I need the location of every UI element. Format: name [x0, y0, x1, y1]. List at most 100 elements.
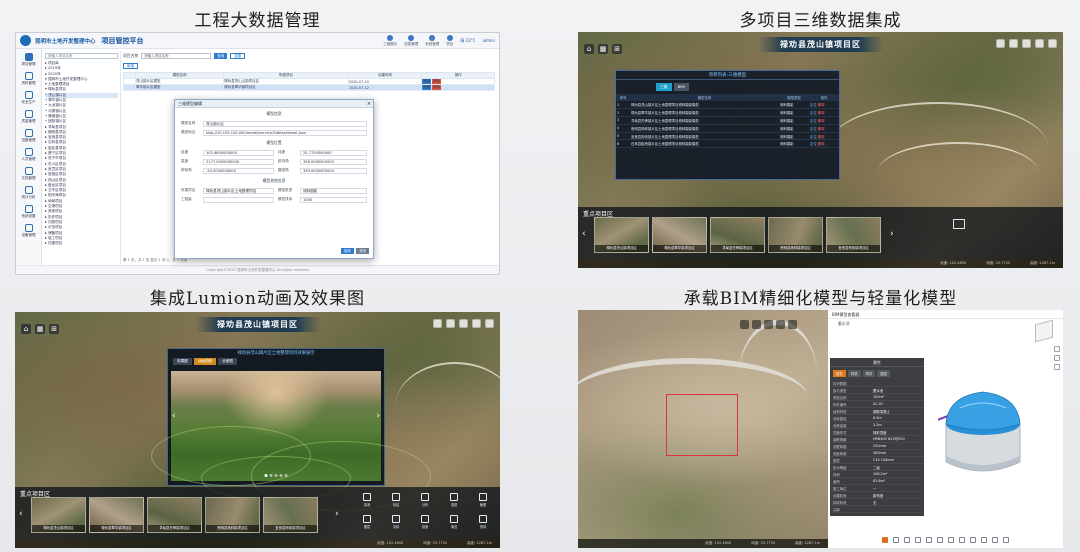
locate-button[interactable]: 定位 [810, 103, 817, 107]
toolbar-icon[interactable] [764, 320, 773, 329]
chevron-right-icon[interactable]: › [335, 509, 339, 519]
model-name-field[interactable]: 茂山镇片区 [203, 120, 367, 127]
quantity-field[interactable] [203, 196, 274, 203]
model-url-field[interactable]: http://10.155.120.000/model/service/3dti… [203, 129, 367, 136]
header-3d-view[interactable]: 三维展示 [383, 34, 397, 47]
zoom-icon[interactable] [1054, 346, 1060, 352]
locate-button[interactable]: 定位 [810, 119, 817, 123]
header-system-manage[interactable]: 系统管理 [425, 34, 439, 47]
sidebar-item-stats[interactable]: 统计分析 [22, 186, 36, 200]
delete-button[interactable]: 删除 [818, 142, 825, 146]
edit-button[interactable]: 编辑 [422, 85, 432, 90]
edit-button[interactable]: 编辑 [422, 79, 432, 84]
table-row[interactable]: 4 嵩明县杨林镇片区土地整理项目倾斜摄影模型 倾斜摄影 定位 删除 [616, 124, 839, 133]
project-name-input[interactable]: 请输入项目名称 [141, 52, 212, 59]
sidebar-item-devices[interactable]: 设备管理 [22, 224, 36, 238]
layers-icon[interactable] [992, 537, 998, 543]
search-button[interactable]: 查询 [214, 52, 228, 59]
tab-3d[interactable]: 三维 [656, 83, 672, 91]
row-checkbox[interactable] [123, 84, 136, 91]
analysis-tool[interactable]: 漫游 [441, 493, 467, 512]
chevron-left-icon[interactable]: ‹ [582, 229, 586, 239]
model-type-select[interactable]: 倾斜摄影 [300, 187, 367, 194]
measure-icon[interactable] [893, 537, 899, 543]
chevron-right-icon[interactable]: › [376, 411, 380, 421]
locate-button[interactable]: 定位 [810, 111, 817, 115]
table-row[interactable]: 3 寻甸县先锋镇片区土地整理项目倾斜摄影模型 倾斜摄影 定位 删除 [616, 116, 839, 125]
toolbar-icon[interactable] [1048, 39, 1057, 48]
delete-button[interactable]: 删除 [818, 103, 825, 107]
toolbar-icon[interactable] [459, 319, 468, 328]
sidebar-item-project[interactable]: 项目管理 [22, 53, 36, 67]
toolbar-icon[interactable] [1022, 39, 1031, 48]
pan-icon[interactable] [1054, 355, 1060, 361]
home-icon[interactable]: ⌂ [584, 44, 594, 54]
water-tank-model[interactable] [938, 384, 1028, 479]
fullscreen-icon[interactable] [981, 537, 987, 543]
rotate-icon[interactable] [1054, 364, 1060, 370]
project-thumbnail[interactable]: 禄劝县翠华镇项目区 [89, 497, 144, 533]
analysis-tool[interactable]: 淹没 [441, 514, 467, 534]
sidebar-item-docs[interactable]: 资料管理 [22, 72, 36, 86]
view-cube-icon[interactable] [1035, 319, 1053, 343]
sort-field[interactable]: 1000 [300, 196, 367, 203]
tab-animation[interactable]: 动画视频 [193, 358, 217, 365]
chevron-right-icon[interactable]: › [890, 229, 894, 239]
layers-icon[interactable]: ▦ [598, 44, 608, 54]
sidebar-item-safety[interactable]: 安全生产 [22, 91, 36, 105]
project-select[interactable]: 禄劝县茂山镇片区土地整理项目 [203, 187, 274, 194]
locate-button[interactable]: 定位 [810, 135, 817, 139]
height-field[interactable]: 2177.0000000000 [203, 158, 274, 165]
longitude-field[interactable]: 102.4650000000 [203, 149, 274, 156]
tab-bim[interactable]: BIM [673, 83, 689, 91]
locate-button[interactable]: 定位 [810, 142, 817, 146]
toolbar-icon[interactable] [485, 319, 494, 328]
toolbar-icon[interactable] [1035, 39, 1044, 48]
sidebar-item-quality[interactable]: 质量管理 [22, 110, 36, 124]
toolbar-icon[interactable] [446, 319, 455, 328]
reset-button[interactable]: 重置 [230, 52, 246, 59]
close-icon[interactable]: × [365, 100, 373, 107]
toolbar-icon[interactable] [996, 39, 1005, 48]
close-button[interactable]: 关闭 [356, 248, 369, 254]
header-project[interactable]: 项目 [446, 34, 453, 47]
grid-icon[interactable]: ⊞ [49, 324, 59, 334]
carousel-dot[interactable] [269, 474, 273, 477]
walk-icon[interactable] [926, 537, 932, 543]
latitude-field[interactable]: 25.7750000000 [300, 149, 367, 156]
toolbar-icon[interactable] [1009, 39, 1018, 48]
table-row[interactable]: 2 禄劝县翠华镇片区土地整理项目倾斜摄影模型 倾斜摄影 定位 删除 [616, 108, 839, 118]
toolbar-icon[interactable] [740, 320, 749, 329]
project-thumbnail[interactable]: 禄劝县茂山镇项目区 [31, 497, 86, 533]
sidebar-item-progress[interactable]: 进度管理 [22, 129, 36, 143]
delete-button[interactable]: 删除 [432, 79, 442, 84]
analysis-tool[interactable]: 标绘 [383, 493, 409, 512]
user-name[interactable]: admin [482, 38, 495, 43]
analysis-tool[interactable]: 分析 [412, 493, 438, 512]
selection-box[interactable] [666, 394, 738, 456]
carousel-dot[interactable] [264, 474, 268, 477]
table-row[interactable]: 1 禄劝县茂山镇片区土地整理项目倾斜摄影模型 倾斜摄影 定位 删除 [616, 101, 839, 110]
home-icon[interactable] [882, 537, 888, 543]
tree-icon[interactable] [948, 537, 954, 543]
sidebar-item-people[interactable]: 人员管理 [22, 148, 36, 162]
folder-icon[interactable] [953, 219, 965, 229]
sidebar-item-settings[interactable]: 系统设置 [22, 205, 36, 219]
project-thumbnail[interactable]: 寻甸县先锋镇项目区 [710, 217, 765, 253]
analysis-tool[interactable]: 剖面 [412, 514, 438, 534]
project-thumbnail[interactable]: 宜良县狗街镇项目区 [826, 217, 881, 253]
tree-search-input[interactable]: 请输入项目名称 [45, 53, 118, 59]
chevron-left-icon[interactable]: ‹ [19, 509, 23, 519]
analysis-tool[interactable]: 视域 [470, 514, 496, 534]
header-info-manage[interactable]: 信息管理 [404, 34, 418, 47]
home-icon[interactable]: ⌂ [21, 324, 31, 334]
delete-button[interactable]: 删除 [818, 119, 825, 123]
analysis-tool[interactable]: 量测 [354, 493, 380, 512]
delete-button[interactable]: 删除 [432, 85, 442, 90]
sidebar-item-files[interactable]: 文档管理 [22, 167, 36, 181]
toolbar-icon[interactable] [776, 320, 785, 329]
project-thumbnail[interactable]: 禄劝县翠华镇项目区 [652, 217, 707, 253]
layers-icon[interactable]: ▦ [35, 324, 45, 334]
section-icon[interactable] [904, 537, 910, 543]
analysis-tool[interactable]: 图层 [354, 514, 380, 534]
